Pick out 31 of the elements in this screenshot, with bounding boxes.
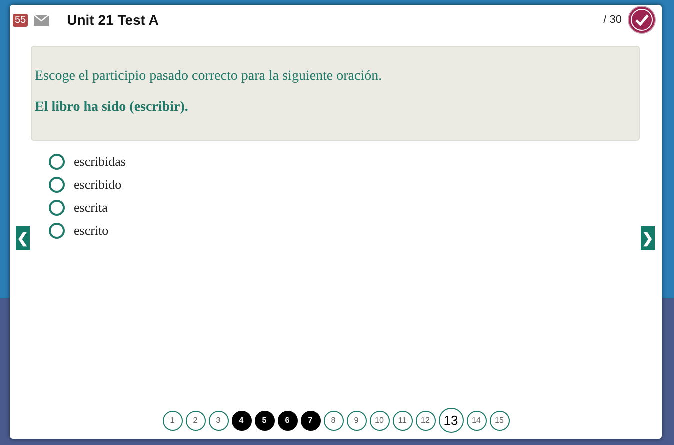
answer-option[interactable]: escribido: [49, 177, 662, 193]
page-button[interactable]: 2: [186, 410, 206, 430]
radio-button[interactable]: [49, 177, 65, 193]
question-prompt: Escoge el participio pasado correcto para la siguiente oración.: [35, 69, 384, 85]
count-badge: 55: [13, 14, 28, 26]
page-button[interactable]: 8: [324, 410, 344, 430]
page-button[interactable]: 12: [416, 410, 436, 430]
page-button[interactable]: 9: [346, 410, 366, 430]
radio-button[interactable]: [49, 154, 65, 170]
page-button[interactable]: 13: [438, 408, 464, 433]
radio-button[interactable]: [49, 223, 65, 239]
page-button[interactable]: 3: [208, 410, 228, 430]
page-button[interactable]: 14: [466, 410, 486, 430]
page-button[interactable]: 6: [278, 410, 298, 430]
answer-option[interactable]: escrita: [49, 200, 662, 216]
page-button[interactable]: 10: [370, 410, 390, 430]
question-sentence: El libro ha sido (escribir).: [35, 100, 190, 116]
page-button[interactable]: 1: [162, 410, 182, 430]
page-button[interactable]: 7: [300, 410, 320, 430]
submit-check-icon[interactable]: [628, 6, 656, 34]
page-button[interactable]: 11: [392, 410, 412, 430]
page-button[interactable]: 15: [490, 410, 510, 430]
previous-button[interactable]: ❮: [16, 226, 30, 250]
next-button[interactable]: ❯: [641, 226, 655, 250]
answer-option[interactable]: escribidas: [49, 154, 662, 170]
page-button[interactable]: 4: [232, 410, 252, 430]
score-text: / 30: [604, 14, 622, 26]
page-button[interactable]: 5: [254, 410, 274, 430]
test-title: Unit 21 Test A: [67, 12, 160, 28]
radio-button[interactable]: [49, 200, 65, 216]
mail-icon[interactable]: [34, 14, 50, 26]
